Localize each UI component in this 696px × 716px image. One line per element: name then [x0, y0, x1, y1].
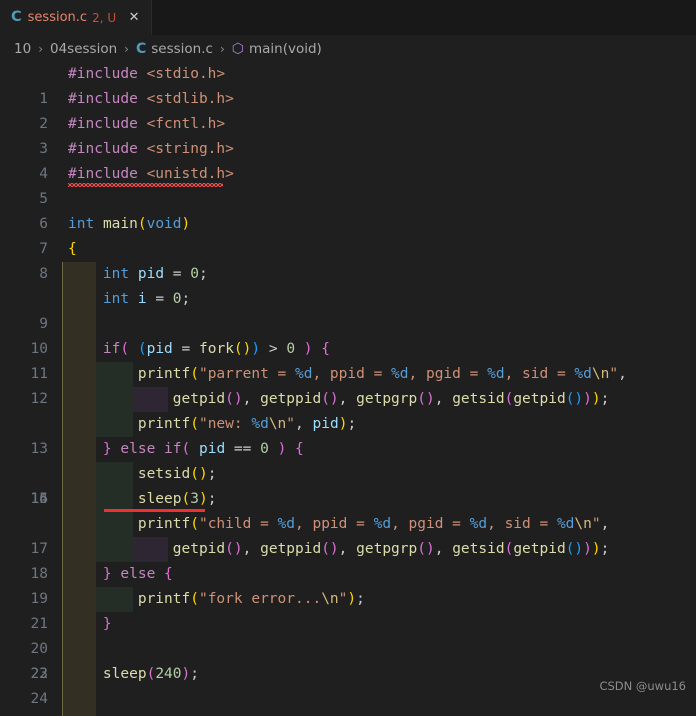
- tab-label: session.c: [27, 10, 88, 25]
- code-line[interactable]: 16 } else if( pid == 0 ) {: [0, 437, 696, 507]
- line-content: return 0;: [68, 712, 182, 716]
- line-content: }: [102, 616, 112, 632]
- code-line[interactable]: 23 }: [0, 612, 696, 682]
- code-line[interactable]: 9 int pid = 0;: [0, 262, 696, 332]
- breadcrumb-label: main(void): [248, 41, 322, 57]
- line-content: getpid(), getppid(), getpgrp(), getsid(g…: [172, 391, 610, 407]
- tab-bar-empty-space: [152, 0, 696, 35]
- code-line[interactable]: 20 getpid(), getppid(), getpgrp(), getsi…: [0, 537, 696, 657]
- tab-session-c[interactable]: C session.c 2, U ✕: [0, 0, 153, 35]
- line-content: int i = 0;: [102, 291, 191, 307]
- editor-tab-bar: C session.c 2, U ✕: [0, 0, 696, 36]
- code-line[interactable]: 8 {: [0, 237, 696, 282]
- line-content: #include <fcntl.h>: [68, 116, 226, 132]
- line-content: sleep(240);: [102, 666, 199, 682]
- code-line[interactable]: 7 int main(void): [0, 212, 696, 257]
- code-line[interactable]: 13 printf("parrent = %d, ppid = %d, pgid…: [0, 362, 696, 457]
- line-content: #include <stdio.h>: [68, 66, 226, 82]
- code-line[interactable]: 15 printf("new: %d\n", pid);: [0, 412, 696, 507]
- breadcrumb-item-symbol-main[interactable]: ⬡ main(void): [232, 41, 322, 57]
- code-line[interactable]: 25 sleep(240);: [0, 662, 696, 687]
- code-editor[interactable]: 1 #include <stdio.h> 2 #include <stdlib.…: [0, 62, 696, 716]
- line-content: setsid();: [137, 466, 217, 482]
- line-content: #include <string.h>: [68, 141, 234, 157]
- code-line[interactable]: 11: [0, 312, 696, 382]
- breadcrumb-separator: ›: [38, 42, 43, 56]
- code-line[interactable]: 4 #include <string.h>: [0, 137, 696, 182]
- breadcrumb-item-file-session-c[interactable]: C session.c: [136, 41, 213, 57]
- code-line[interactable]: 24: [0, 637, 696, 707]
- line-content: printf("fork error...\n");: [137, 591, 365, 607]
- code-line[interactable]: 1 #include <stdio.h>: [0, 62, 696, 107]
- code-line[interactable]: 2 #include <stdlib.h>: [0, 87, 696, 132]
- line-content: getpid(), getppid(), getpgrp(), getsid(g…: [172, 541, 610, 557]
- spelling-error-squiggle: [68, 183, 223, 187]
- indent-guide-level-1: [62, 312, 96, 337]
- code-line[interactable]: 3 #include <fcntl.h>: [0, 112, 696, 157]
- breadcrumb-item-folder-04session[interactable]: 04session: [50, 41, 117, 57]
- line-content: printf("new: %d\n", pid);: [137, 416, 357, 432]
- tab-status-badge: 2, U: [92, 10, 117, 25]
- breadcrumb-item-folder-10[interactable]: 10: [14, 41, 31, 57]
- indent-guide-level-1: [62, 687, 96, 712]
- breadcrumb-label: 04session: [50, 41, 118, 57]
- close-icon[interactable]: ✕: [126, 11, 142, 24]
- watermark-text: CSDN @uwu16: [599, 679, 686, 693]
- c-file-icon: C: [11, 9, 22, 26]
- code-line[interactable]: 22 printf("fork error...\n");: [0, 587, 696, 682]
- line-content: } else if( pid == 0 ) {: [102, 441, 304, 457]
- breadcrumb: 10 › 04session › C session.c › ⬡ main(vo…: [0, 36, 696, 62]
- symbol-method-icon: ⬡: [231, 41, 244, 57]
- red-highlight-underline: [104, 509, 205, 512]
- indent-guide-level-1: [62, 637, 96, 662]
- line-content: printf("child = %d, ppid = %d, pgid = %d…: [137, 516, 610, 532]
- code-line[interactable]: 18 sleep(3);: [0, 487, 696, 582]
- code-line[interactable]: 6: [0, 187, 696, 232]
- breadcrumb-label: 10: [14, 41, 32, 57]
- code-line[interactable]: 21 } else {: [0, 562, 696, 632]
- code-line[interactable]: 27 return 0;: [0, 712, 696, 716]
- c-file-icon: C: [135, 41, 147, 57]
- code-line[interactable]: 26: [0, 687, 696, 712]
- line-content: int pid = 0;: [102, 266, 208, 282]
- line-content: if( (pid = fork()) > 0 ) {: [102, 341, 330, 357]
- code-line[interactable]: 14 getpid(), getppid(), getpgrp(), getsi…: [0, 387, 696, 507]
- breadcrumb-separator: ›: [219, 42, 225, 56]
- code-line[interactable]: 19 printf("child = %d, ppid = %d, pgid =…: [0, 512, 696, 607]
- breadcrumb-separator: ›: [124, 42, 129, 56]
- line-content: {: [68, 241, 77, 257]
- breadcrumb-label: session.c: [151, 41, 213, 57]
- code-line[interactable]: 12 if( (pid = fork()) > 0 ) {: [0, 337, 696, 407]
- code-line[interactable]: 10 int i = 0;: [0, 287, 696, 357]
- code-line[interactable]: 17 setsid();: [0, 462, 696, 557]
- line-content: #include <stdlib.h>: [68, 91, 234, 107]
- line-content: printf("parrent = %d, ppid = %d, pgid = …: [137, 366, 627, 382]
- line-content: } else {: [102, 566, 173, 582]
- code-line[interactable]: 5 #include <unistd.h>: [0, 162, 696, 207]
- line-content: int main(void): [68, 216, 191, 232]
